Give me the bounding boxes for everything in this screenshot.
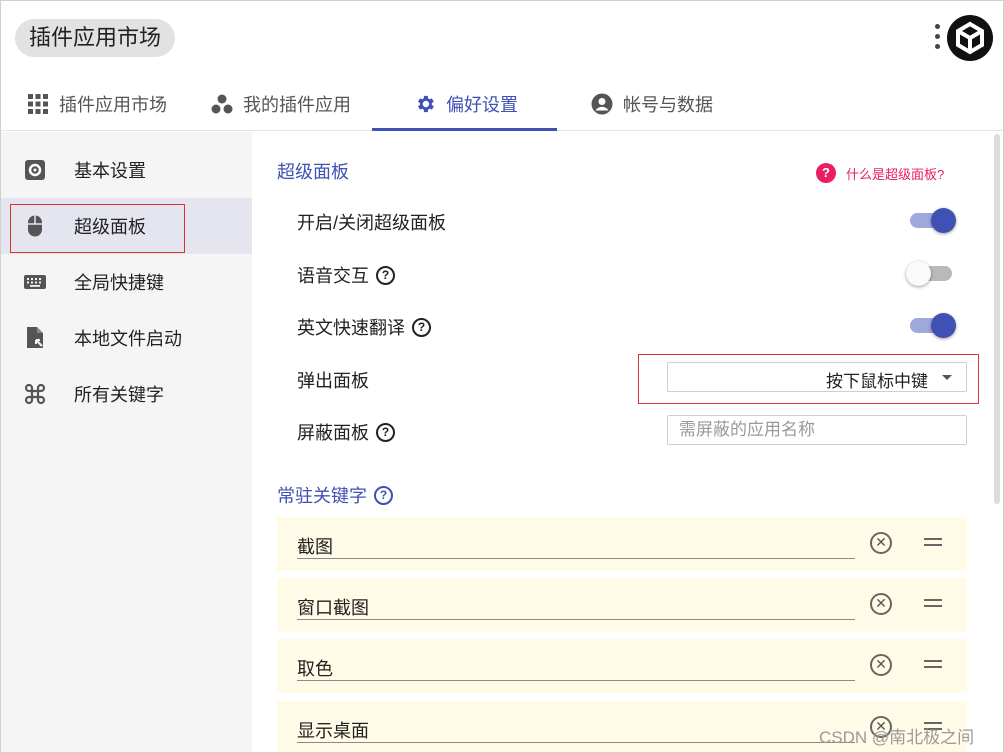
dropdown-arrow-icon [942, 375, 952, 380]
command-icon [23, 382, 47, 406]
quick-translate-label: 英文快速翻译 ? [297, 314, 431, 340]
sidebar-item-global-shortcuts[interactable]: 全局快捷键 [1, 254, 252, 310]
keyword-text[interactable]: 显示桌面 [297, 717, 369, 743]
switch-knob [931, 313, 956, 338]
app-window: 插件应用市场 插件应用市场 我的插件应用 偏好设置 帐号与数据 基本设置 超级面… [0, 0, 1004, 753]
what-is-super-panel-link[interactable]: ? 什么是超级面板? [816, 163, 944, 183]
switch-knob [931, 208, 956, 233]
clear-icon[interactable]: ✕ [870, 593, 892, 615]
help-link-label: 什么是超级面板? [846, 166, 945, 182]
keyword-item[interactable]: 窗口截图 ✕ [277, 578, 967, 632]
keywords-title-text: 常驻关键字 [277, 486, 367, 506]
row-label-text: 语音交互 [297, 266, 369, 286]
main-panel: 超级面板 ? 什么是超级面板? 开启/关闭超级面板 语音交互 ? 英文快速翻译 … [252, 132, 1003, 752]
switch-knob [906, 261, 931, 286]
help-icon[interactable]: ? [412, 317, 431, 337]
drag-handle-icon[interactable] [924, 599, 942, 607]
annotation-highlight-box [10, 204, 185, 253]
block-panel-label: 屏蔽面板 ? [297, 419, 395, 445]
input-underline [297, 619, 855, 620]
active-tab-indicator [372, 128, 557, 131]
toggle-super-panel-label: 开启/关闭超级面板 [297, 209, 446, 235]
keywords-section-title: 常驻关键字 ? [277, 482, 393, 508]
input-underline [297, 558, 855, 559]
tab-label: 偏好设置 [446, 95, 518, 115]
tab-preferences[interactable]: 偏好设置 [414, 77, 518, 131]
app-logo-icon[interactable] [947, 15, 993, 61]
drag-handle-icon[interactable] [924, 538, 942, 546]
row-label-text: 弹出面板 [297, 371, 369, 391]
header: 插件应用市场 [1, 1, 1003, 77]
clear-icon[interactable]: ✕ [870, 654, 892, 676]
tab-label: 插件应用市场 [59, 95, 167, 115]
voice-interaction-label: 语音交互 ? [297, 262, 395, 288]
section-title: 超级面板 [277, 162, 349, 182]
help-icon[interactable]: ? [376, 422, 395, 442]
row-label-text: 开启/关闭超级面板 [297, 213, 447, 233]
input-underline [297, 742, 855, 743]
sidebar-item-label: 本地文件启动 [74, 329, 182, 349]
popup-trigger-select[interactable]: 按下鼠标中键 [667, 362, 967, 392]
keyword-item[interactable]: 截图 ✕ [277, 517, 967, 571]
plugins-icon [211, 93, 233, 115]
sidebar-item-label: 基本设置 [74, 161, 146, 181]
keyword-text[interactable]: 截图 [297, 533, 333, 559]
scrollbar[interactable] [993, 132, 1001, 752]
keyword-text[interactable]: 取色 [297, 655, 333, 681]
keyboard-icon [23, 270, 47, 294]
keyword-text[interactable]: 窗口截图 [297, 594, 369, 620]
tab-label: 帐号与数据 [623, 95, 713, 115]
row-label-text: 英文快速翻译 [297, 318, 405, 338]
settings-box-icon [23, 158, 47, 182]
quick-translate-switch[interactable] [910, 312, 956, 338]
sidebar-item-label: 所有关键字 [74, 385, 164, 405]
app-title: 插件应用市场 [15, 19, 176, 57]
row-label-text: 屏蔽面板 [297, 423, 369, 443]
keyword-item[interactable]: 取色 ✕ [277, 639, 967, 693]
tab-plugin-market[interactable]: 插件应用市场 [27, 77, 167, 131]
popup-panel-label: 弹出面板 [297, 367, 369, 393]
help-icon[interactable]: ? [374, 485, 393, 505]
file-launch-icon [23, 326, 47, 350]
tab-account-data[interactable]: 帐号与数据 [591, 77, 713, 131]
watermark: CSDN @南北极之间 [819, 728, 975, 747]
scrollbar-thumb[interactable] [994, 134, 1000, 504]
help-icon[interactable]: ? [376, 265, 395, 285]
sidebar-item-basic-settings[interactable]: 基本设置 [1, 142, 252, 198]
tab-my-plugins[interactable]: 我的插件应用 [211, 77, 351, 131]
top-tabs: 插件应用市场 我的插件应用 偏好设置 帐号与数据 [1, 77, 1003, 131]
sidebar-item-label: 全局快捷键 [74, 273, 164, 293]
super-panel-switch[interactable] [910, 207, 956, 233]
select-value: 按下鼠标中键 [826, 372, 928, 391]
drag-handle-icon[interactable] [924, 660, 942, 668]
help-icon: ? [816, 163, 836, 183]
more-menu-icon[interactable] [929, 21, 945, 53]
input-underline [297, 680, 855, 681]
voice-interaction-switch[interactable] [906, 260, 956, 286]
sidebar: 基本设置 超级面板 全局快捷键 本地文件启动 所有关键字 [1, 132, 252, 752]
tab-label: 我的插件应用 [243, 95, 351, 115]
account-icon [591, 93, 613, 115]
gear-icon [414, 93, 436, 115]
clear-icon[interactable]: ✕ [870, 532, 892, 554]
sidebar-item-all-keywords[interactable]: 所有关键字 [1, 366, 252, 422]
grid-icon [27, 93, 49, 115]
sidebar-item-local-file-launch[interactable]: 本地文件启动 [1, 310, 252, 366]
blocked-apps-input[interactable] [667, 415, 967, 445]
